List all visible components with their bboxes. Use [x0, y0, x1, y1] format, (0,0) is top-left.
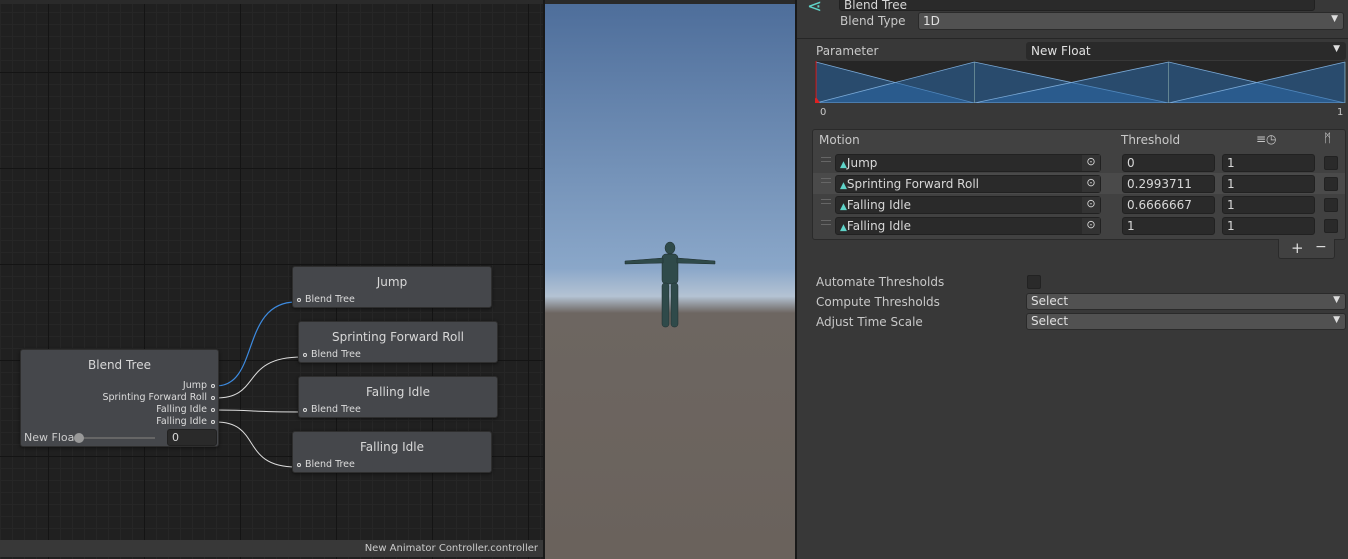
automate-label: Automate Thresholds — [816, 275, 945, 289]
threshold-field[interactable]: 1 — [1122, 217, 1215, 235]
motion-node-roll[interactable]: Sprinting Forward Roll Blend Tree — [298, 321, 498, 363]
adjust-label: Adjust Time Scale — [816, 315, 923, 329]
drag-handle[interactable] — [821, 199, 831, 204]
threshold-field[interactable]: 0.2993711 — [1122, 175, 1215, 193]
output-port[interactable]: Sprinting Forward Roll — [102, 392, 215, 403]
drag-handle[interactable] — [821, 220, 831, 225]
animation-clip-icon: ▲ — [840, 202, 847, 212]
mirror-checkbox[interactable] — [1324, 219, 1338, 233]
motion-field[interactable]: ▲Falling Idle ⊙ — [835, 196, 1101, 214]
port-label: Sprinting Forward Roll — [102, 392, 207, 403]
status-bar: New Animator Controller.controller — [0, 540, 543, 557]
node-title: Blend Tree — [88, 358, 151, 372]
character-model — [624, 241, 716, 328]
parameter-dropdown[interactable]: New Float ▼ — [1026, 42, 1346, 60]
motion-field[interactable]: ▲Jump ⊙ — [835, 154, 1101, 172]
node-title: Falling Idle — [359, 440, 425, 454]
mirror-icon: ᛗ — [1324, 131, 1332, 145]
divider — [797, 38, 1348, 39]
blend-tree-node[interactable]: Blend Tree Jump Sprinting Forward Roll F… — [20, 349, 219, 447]
speed-field[interactable]: 1 — [1222, 217, 1315, 235]
wire-idle-2 — [215, 421, 297, 468]
automate-checkbox[interactable] — [1027, 275, 1041, 289]
mirror-checkbox[interactable] — [1324, 177, 1338, 191]
drag-handle[interactable] — [821, 157, 831, 162]
mirror-checkbox[interactable] — [1324, 156, 1338, 170]
motion-node-idle-2[interactable]: Falling Idle Blend Tree — [292, 431, 492, 473]
output-port[interactable]: Falling Idle — [156, 416, 215, 427]
input-port[interactable]: Blend Tree — [303, 349, 361, 360]
motion-node-idle-1[interactable]: Falling Idle Blend Tree — [298, 376, 498, 418]
node-title: Sprinting Forward Roll — [331, 330, 465, 344]
add-motion-button[interactable]: + — [1291, 239, 1304, 257]
blend-type-label: Blend Type — [840, 14, 906, 28]
output-port[interactable]: Falling Idle — [156, 404, 215, 415]
compute-dropdown[interactable]: Select ▼ — [1026, 293, 1346, 310]
param-value-field[interactable]: 0 — [167, 429, 217, 446]
node-title: Jump — [376, 275, 408, 289]
port-label: Falling Idle — [156, 416, 207, 427]
object-picker-icon[interactable]: ⊙ — [1082, 197, 1100, 213]
wire-roll — [215, 356, 303, 399]
time-scale-icon: ≡◷ — [1256, 132, 1277, 146]
compute-label: Compute Thresholds — [816, 295, 940, 309]
blend-type-dropdown[interactable]: 1D ▼ — [918, 12, 1344, 30]
animation-clip-icon: ▲ — [840, 181, 847, 191]
list-footer: + − — [1278, 239, 1335, 259]
range-min: 0 — [820, 107, 827, 118]
name-field[interactable]: Blend Tree — [839, 0, 1315, 12]
input-port[interactable]: Blend Tree — [303, 404, 361, 415]
blend-graph[interactable] — [815, 61, 1346, 103]
header-threshold: Threshold — [1121, 133, 1181, 147]
speed-field[interactable]: 1 — [1222, 175, 1315, 193]
speed-field[interactable]: 1 — [1222, 196, 1315, 214]
port-label: Falling Idle — [156, 404, 207, 415]
input-port[interactable]: Blend Tree — [297, 294, 355, 305]
input-port[interactable]: Blend Tree — [297, 459, 355, 470]
speed-field[interactable]: 1 — [1222, 154, 1315, 172]
object-picker-icon[interactable]: ⊙ — [1082, 155, 1100, 171]
preview-scene[interactable] — [545, 0, 795, 559]
drag-handle[interactable] — [821, 178, 831, 183]
animator-graph[interactable]: Blend Tree Jump Sprinting Forward Roll F… — [0, 0, 543, 559]
remove-motion-button[interactable]: − — [1315, 239, 1327, 255]
output-port[interactable]: Jump — [183, 380, 215, 391]
object-picker-icon[interactable]: ⊙ — [1082, 176, 1100, 192]
blend-tree-icon: ⋖ — [807, 0, 823, 17]
header-motion: Motion — [819, 133, 860, 147]
chevron-down-icon: ▼ — [1333, 44, 1340, 54]
chevron-down-icon: ▼ — [1331, 14, 1338, 24]
mirror-checkbox[interactable] — [1324, 198, 1338, 212]
range-max: 1 — [1337, 107, 1344, 118]
chevron-down-icon: ▼ — [1333, 295, 1340, 305]
node-title: Falling Idle — [365, 385, 431, 399]
parameter-label: Parameter — [816, 44, 879, 58]
threshold-field[interactable]: 0 — [1122, 154, 1215, 172]
motion-field[interactable]: ▲Falling Idle ⊙ — [835, 217, 1101, 235]
inspector: ⋖ Blend Tree Blend Type 1D ▼ Parameter Ne… — [797, 0, 1348, 559]
object-picker-icon[interactable]: ⊙ — [1082, 218, 1100, 234]
param-slider[interactable] — [74, 433, 155, 443]
wire-idle-1 — [215, 409, 303, 413]
motion-field[interactable]: ▲Sprinting Forward Roll ⊙ — [835, 175, 1101, 193]
animation-clip-icon: ▲ — [840, 223, 847, 233]
port-label: Jump — [182, 380, 207, 391]
motion-node-jump[interactable]: Jump Blend Tree — [292, 266, 492, 308]
threshold-field[interactable]: 0.6666667 — [1122, 196, 1215, 214]
param-label: New Floa — [24, 431, 74, 444]
animation-clip-icon: ▲ — [840, 160, 847, 170]
adjust-dropdown[interactable]: Select ▼ — [1026, 313, 1346, 330]
chevron-down-icon: ▼ — [1333, 315, 1340, 325]
